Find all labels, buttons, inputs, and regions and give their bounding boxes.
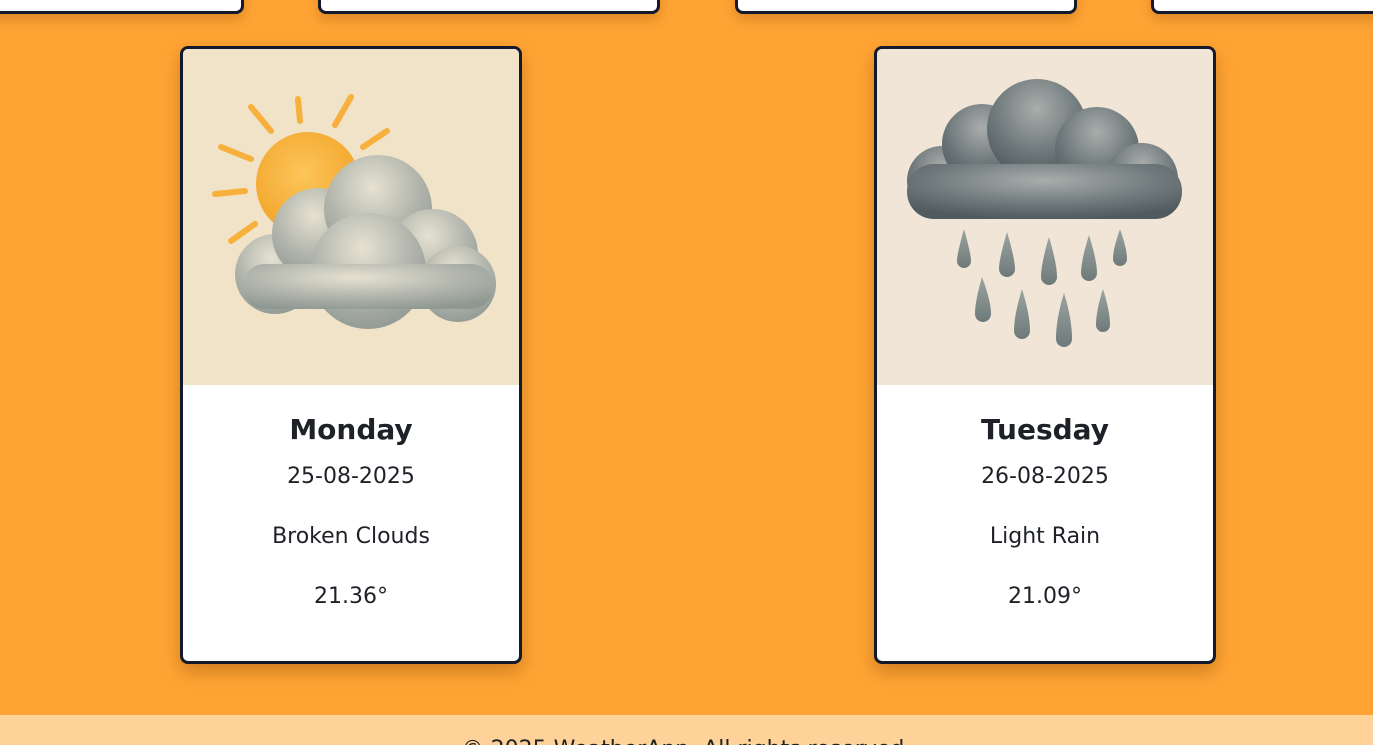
forecast-card-monday: Monday 25-08-2025 Broken Clouds 21.36°: [180, 46, 522, 664]
weather-image: [877, 49, 1213, 385]
previous-row-card: [1151, 0, 1373, 14]
footer: © 2025 WeatherApp. All rights reserved.: [0, 715, 1373, 745]
rain-cloud-icon: [907, 79, 1182, 347]
forecast-card-tuesday: Tuesday 26-08-2025 Light Rain 21.09°: [874, 46, 1216, 664]
forecast-date: 26-08-2025: [981, 464, 1109, 489]
day-name: Tuesday: [981, 413, 1109, 446]
temperature: 21.36°: [314, 584, 388, 609]
previous-row-card: [0, 0, 244, 14]
temperature: 21.09°: [1008, 584, 1082, 609]
footer-copyright: © 2025 WeatherApp. All rights reserved.: [0, 737, 1373, 745]
weather-description: Broken Clouds: [272, 524, 430, 549]
weather-description: Light Rain: [989, 524, 1101, 549]
day-name: Monday: [289, 413, 413, 446]
weather-image: [183, 49, 519, 385]
forecast-date: 25-08-2025: [287, 464, 415, 489]
previous-row-card: [318, 0, 660, 14]
sun-behind-cloud-icon: [212, 94, 496, 329]
previous-row-card: [735, 0, 1077, 14]
